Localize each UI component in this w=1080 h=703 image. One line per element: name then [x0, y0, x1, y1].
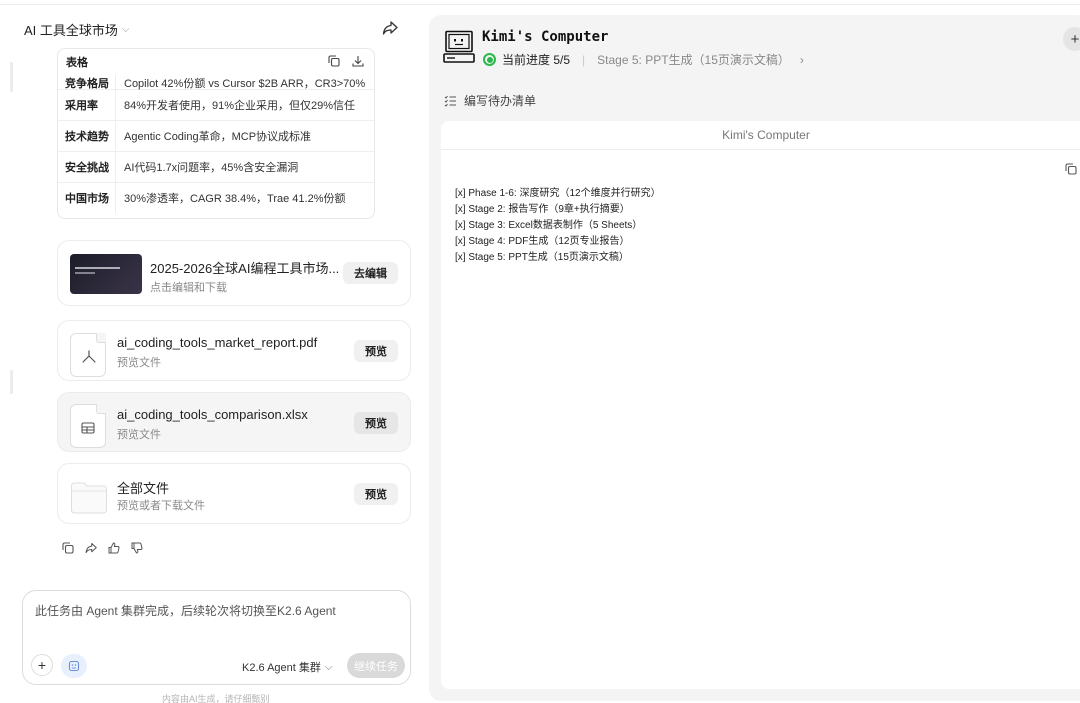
top-divider — [0, 4, 1080, 5]
table-row: 采用率 84%开发者使用，91%企业采用，但仅29%信任 — [58, 89, 374, 120]
ppt-thumbnail — [70, 254, 142, 294]
table-row-value: 84%开发者使用，91%企业采用，但仅29%信任 — [124, 100, 356, 112]
screen-title: Kimi's Computer — [441, 121, 1080, 150]
ppt-card[interactable]: 2025-2026全球AI编程工具市场... 点击编辑和下载 去编辑 — [57, 240, 411, 306]
spreadsheet-file-icon — [70, 404, 106, 448]
table-row: 安全挑战 AI代码1.7x问题率，45%含安全漏洞 — [58, 151, 374, 182]
message-actions — [62, 542, 143, 554]
all-files-card[interactable]: 全部文件 预览或者下载文件 预览 — [57, 463, 411, 524]
sidebar-edge[interactable] — [10, 62, 13, 92]
table-row: 竞争格局 Copilot 42%份额 vs Cursor $2B ARR，CR3… — [58, 75, 374, 90]
copy-icon[interactable] — [328, 55, 340, 67]
download-icon[interactable] — [352, 55, 364, 67]
table-row-value: 30%渗透率，CAGR 38.4%，Trae 41.2%份额 — [124, 193, 346, 205]
model-selector-label: K2.6 Agent 集群 — [242, 662, 321, 674]
file-card-pdf[interactable]: ai_coding_tools_market_report.pdf 预览文件 预… — [57, 320, 411, 381]
chat-panel: AI 工具全球市场 ⌵ 表格 竞争格局 Copilot 42%份额 vs Cur… — [10, 10, 420, 703]
add-attachment-button[interactable]: + — [31, 654, 53, 676]
file-sub: 预览文件 — [117, 357, 161, 369]
preview-button[interactable]: 预览 — [354, 483, 398, 505]
chevron-down-icon: ⌵ — [121, 24, 130, 35]
table-row-key: 安全挑战 — [58, 152, 116, 182]
preview-button[interactable]: 预览 — [354, 412, 398, 434]
file-name: ai_coding_tools_market_report.pdf — [117, 335, 318, 350]
expand-button[interactable]: + — [1063, 27, 1080, 51]
preview-button[interactable]: 预览 — [354, 340, 398, 362]
computer-title: Kimi's Computer — [482, 29, 609, 45]
checklist-icon — [444, 95, 456, 107]
computer-panel: Kimi's Computer 当前进度 5/5 | Stage 5: PPT生… — [429, 15, 1080, 701]
continue-task-button[interactable]: 继续任务 — [347, 653, 405, 678]
computer-icon — [443, 30, 475, 63]
file-sub: 预览或者下载文件 — [117, 500, 205, 512]
progress-text: 当前进度 5/5 — [502, 53, 571, 67]
table-row-key: 技术趋势 — [58, 121, 116, 151]
folder-icon — [71, 482, 107, 514]
edit-button[interactable]: 去编辑 — [343, 262, 398, 284]
share-icon[interactable] — [382, 20, 398, 36]
plus-icon: + — [37, 657, 47, 673]
thumbs-down-icon[interactable] — [131, 542, 143, 554]
table-row-value: Copilot 42%份额 vs Cursor $2B ARR，CR3>70% — [124, 78, 366, 90]
thumbs-up-icon[interactable] — [108, 542, 120, 554]
table-row-key: 中国市场 — [58, 183, 116, 213]
file-card-xlsx[interactable]: ai_coding_tools_comparison.xlsx 预览文件 预览 — [57, 392, 411, 452]
file-sub: 预览文件 — [117, 429, 161, 441]
message-input-box[interactable]: 此任务由 Agent 集群完成，后续轮次将切换至K2.6 Agent + K2.… — [22, 590, 411, 685]
table-row-value: AI代码1.7x问题率，45%含安全漏洞 — [124, 162, 299, 174]
todo-item: [x] Phase 1-6: 深度研究（12个维度并行研究） — [455, 188, 661, 199]
table-row: 技术趋势 Agentic Coding革命，MCP协议成标准 — [58, 120, 374, 151]
table-heading: 表格 — [66, 57, 88, 69]
summary-table: 表格 竞争格局 Copilot 42%份额 vs Cursor $2B ARR，… — [57, 48, 375, 219]
share-icon[interactable] — [85, 542, 97, 554]
message-input-placeholder[interactable]: 此任务由 Agent 集群完成，后续轮次将切换至K2.6 Agent — [35, 602, 336, 619]
ppt-sub: 点击编辑和下载 — [150, 282, 227, 294]
chevron-down-icon: ⌵ — [324, 661, 333, 673]
todo-item: [x] Stage 4: PDF生成（12页专业报告） — [455, 236, 630, 247]
table-header: 表格 — [58, 49, 374, 75]
chevron-right-icon: › — [799, 52, 804, 67]
sidebar-edge[interactable] — [10, 370, 13, 394]
ppt-name: 2025-2026全球AI编程工具市场... — [150, 261, 340, 276]
pdf-file-icon — [70, 333, 106, 377]
computer-screen: Kimi's Computer [x] Phase 1-6: 深度研究（12个维… — [441, 121, 1080, 689]
conversation-title[interactable]: AI 工具全球市场 ⌵ — [24, 20, 130, 39]
model-selector[interactable]: K2.6 Agent 集群 ⌵ — [242, 659, 332, 675]
table-row: 中国市场 30%渗透率，CAGR 38.4%，Trae 41.2%份额 — [58, 182, 374, 213]
conversation-title-text: AI 工具全球市场 — [24, 23, 118, 38]
copy-icon[interactable] — [62, 542, 74, 554]
status-done-icon — [483, 53, 496, 66]
table-row-key: 采用率 — [58, 90, 116, 120]
todo-item: [x] Stage 3: Excel数据表制作（5 Sheets） — [455, 220, 643, 231]
todo-step: 编写待办清单 — [444, 92, 536, 109]
copy-icon[interactable] — [1065, 163, 1077, 175]
stage-text: Stage 5: PPT生成（15页演示文稿） — [597, 53, 790, 67]
agent-mode-button[interactable] — [61, 654, 87, 678]
todo-list: [x] Phase 1-6: 深度研究（12个维度并行研究） [x] Stage… — [455, 186, 661, 266]
agent-icon — [68, 660, 80, 672]
table-row-value: Agentic Coding革命，MCP协议成标准 — [124, 131, 312, 143]
todo-item: [x] Stage 5: PPT生成（15页演示文稿） — [455, 252, 629, 263]
file-name: ai_coding_tools_comparison.xlsx — [117, 407, 308, 422]
todo-step-label: 编写待办清单 — [464, 94, 537, 108]
table-row-key: 竞争格局 — [58, 75, 116, 90]
plus-icon: + — [1070, 30, 1080, 48]
file-name: 全部文件 — [117, 481, 170, 496]
ai-disclaimer: 内容由AI生成，请仔细甄别 — [162, 694, 270, 703]
progress-status[interactable]: 当前进度 5/5 | Stage 5: PPT生成（15页演示文稿） › — [483, 51, 804, 68]
todo-item: [x] Stage 2: 报告写作（9章+执行摘要） — [455, 204, 630, 215]
